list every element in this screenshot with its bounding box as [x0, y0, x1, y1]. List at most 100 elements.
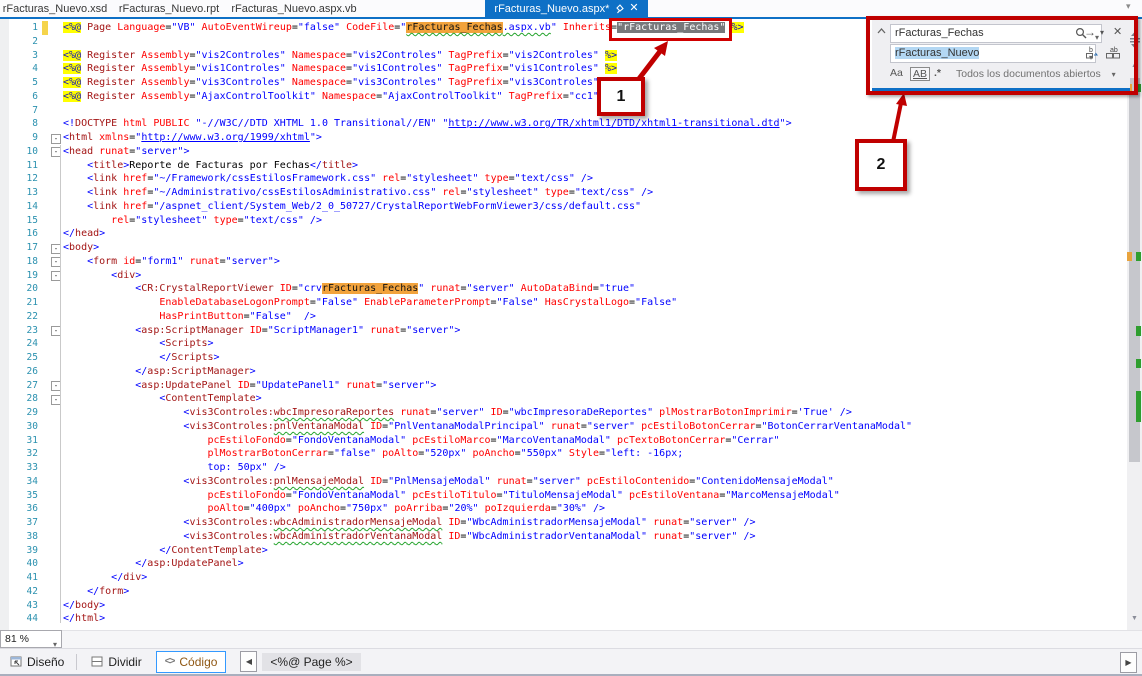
- code-line-9[interactable]: 9 - <html xmlns="http://www.w3.org/1999/xh…: [0, 131, 1127, 145]
- code-line-27[interactable]: 27- <asp:UpdatePanel ID="UpdatePanel1" r…: [0, 379, 1127, 393]
- outline-margin: [48, 461, 63, 475]
- scrollbar-mark: [1127, 252, 1132, 261]
- line-number: 15: [26, 214, 38, 226]
- outline-margin: [48, 434, 63, 448]
- code-line-28[interactable]: 28- <ContentTemplate>: [0, 392, 1127, 406]
- tab-overflow-chevron-icon[interactable]: ▾: [1126, 1, 1131, 12]
- outline-margin: [48, 35, 63, 49]
- code-line-17[interactable]: 17- <body>: [0, 241, 1127, 255]
- line-number: 42: [26, 585, 38, 597]
- line-number: 3: [32, 49, 38, 61]
- tab-rfacturas-nuevo-xsd[interactable]: rFacturas_Nuevo.xsd: [0, 0, 110, 17]
- outline-margin: [48, 612, 63, 626]
- vertical-scrollbar[interactable]: ▲ ▼: [1127, 19, 1142, 630]
- tab-rfacturas-nuevo-aspx-vb[interactable]: rFacturas_Nuevo.aspx.vb: [228, 0, 360, 17]
- code-line-16[interactable]: 16 </head>: [0, 227, 1127, 241]
- tab-label: rFacturas_Nuevo.aspx.vb: [231, 2, 357, 15]
- code-line-25[interactable]: 25 </Scripts>: [0, 351, 1127, 365]
- code-text: pcEstiloFondo="FondoVentanaModal" pcEsti…: [207, 489, 840, 501]
- design-view-button[interactable]: Diseño: [2, 652, 72, 672]
- code-line-21[interactable]: 21 EnableDatabaseLogonPrompt="False" Ena…: [0, 296, 1127, 310]
- code-lines: 1 <%@ Page Language="VB" AutoEventWireup=…: [0, 21, 1127, 626]
- split-view-button[interactable]: Dividir: [83, 652, 149, 672]
- code-text: </html>: [63, 613, 106, 625]
- document-tab-bar: rFacturas_Nuevo.xsd rFacturas_Nuevo.rpt …: [0, 0, 1142, 17]
- code-line-14[interactable]: 14 <link href="/aspnet_client/System_Web…: [0, 200, 1127, 214]
- code-line-42[interactable]: 42 </form>: [0, 585, 1127, 599]
- split-view-label: Dividir: [108, 654, 142, 669]
- tag-navigator-back-icon[interactable]: ◀: [240, 651, 258, 672]
- code-line-13[interactable]: 13 <link href="~/Administrativo/cssEstil…: [0, 186, 1127, 200]
- code-line-11[interactable]: 11 <title>Reporte de Facturas por Fechas…: [0, 159, 1127, 173]
- code-editor-surface[interactable]: 1 <%@ Page Language="VB" AutoEventWireup=…: [0, 19, 1127, 630]
- code-line-29[interactable]: 29 <vis3Controles:wbcImpresoraReportes r…: [0, 406, 1127, 420]
- code-line-24[interactable]: 24 <Scripts>: [0, 337, 1127, 351]
- code-line-10[interactable]: 10- <head runat="server">: [0, 145, 1127, 159]
- outline-margin: [48, 90, 63, 104]
- horizontal-scrollbar[interactable]: 81 % ▾: [0, 630, 1142, 649]
- scrollbar-mark: [1136, 359, 1141, 368]
- zoom-level-dropdown[interactable]: 81 % ▾: [0, 630, 62, 649]
- line-number: 40: [26, 558, 38, 570]
- code-text: </Scripts>: [159, 352, 220, 363]
- code-line-7[interactable]: 7: [0, 104, 1127, 118]
- code-line-44[interactable]: 44 </html>: [0, 612, 1127, 626]
- callout-box-1: 1: [597, 77, 645, 116]
- code-view-icon: <>: [164, 656, 176, 667]
- code-view-button[interactable]: <> Código: [155, 650, 227, 673]
- line-number: 26: [26, 365, 38, 377]
- code-line-40[interactable]: 40 </asp:UpdatePanel>: [0, 557, 1127, 571]
- outline-guide-line: [59, 145, 61, 623]
- line-number: 20: [26, 283, 38, 295]
- code-line-41[interactable]: 41 </div>: [0, 571, 1127, 585]
- code-text: <div>: [111, 269, 142, 281]
- tab-rfacturas-nuevo-aspx-active[interactable]: rFacturas_Nuevo.aspx* ✕: [485, 0, 648, 17]
- line-number: 37: [26, 517, 38, 528]
- outline-margin: [48, 406, 63, 420]
- line-number: 14: [26, 200, 38, 212]
- code-line-18[interactable]: 18- <form id="form1" runat="server">: [0, 255, 1127, 269]
- tag-navigator-breadcrumb[interactable]: <%@ Page %>: [262, 652, 361, 671]
- code-line-43[interactable]: 43 </body>: [0, 599, 1127, 613]
- line-number: 7: [32, 104, 38, 116]
- code-line-31[interactable]: 31 pcEstiloFondo="FondoVentanaModal" pcE…: [0, 434, 1127, 448]
- outline-margin: [48, 420, 63, 434]
- line-number: 5: [32, 77, 38, 88]
- code-line-20[interactable]: 20 <CR:CrystalReportViewer ID="crvrFactu…: [0, 282, 1127, 296]
- line-number: 41: [26, 572, 38, 583]
- code-line-8[interactable]: 8 <!DOCTYPE html PUBLIC "-//W3C//DTD XHTM…: [0, 117, 1127, 131]
- outline-margin: [48, 62, 63, 76]
- code-line-36[interactable]: 36 poAlto="400px" poAncho="750px" poArri…: [0, 502, 1127, 516]
- code-line-19[interactable]: 19- <div>: [0, 269, 1127, 283]
- tab-rfacturas-nuevo-rpt[interactable]: rFacturas_Nuevo.rpt: [110, 0, 228, 17]
- code-line-38[interactable]: 38 <vis3Controles:wbcAdministradorVentan…: [0, 530, 1127, 544]
- code-line-33[interactable]: 33 top: 50px" />: [0, 461, 1127, 475]
- code-text: </body>: [63, 599, 106, 611]
- scroll-down-icon[interactable]: ▼: [1127, 615, 1142, 622]
- tag-navigator-forward-icon[interactable]: ▶: [1120, 652, 1137, 673]
- code-line-22[interactable]: 22 HasPrintButton="False" />: [0, 310, 1127, 324]
- code-text: EnableDatabaseLogonPrompt="False" Enable…: [159, 297, 678, 308]
- code-view-label: Código: [179, 654, 218, 669]
- close-tab-icon[interactable]: ✕: [629, 3, 638, 14]
- code-line-30[interactable]: 30 <vis3Controles:pnlVentanaModal ID="Pn…: [0, 420, 1127, 434]
- code-line-26[interactable]: 26 </asp:ScriptManager>: [0, 365, 1127, 379]
- code-line-23[interactable]: 23- <asp:ScriptManager ID="ScriptManager…: [0, 324, 1127, 338]
- line-number: 13: [26, 187, 38, 198]
- annotation-rect-find-panel: [866, 16, 1138, 95]
- collapse-region-icon[interactable]: -: [51, 133, 61, 144]
- design-view-label: Diseño: [27, 654, 65, 669]
- pin-icon[interactable]: [615, 3, 625, 14]
- code-text: </div>: [111, 572, 148, 583]
- outline-margin: [48, 21, 63, 35]
- code-line-32[interactable]: 32 plMostrarBotonCerrar="false" poAlto="…: [0, 447, 1127, 461]
- code-line-15[interactable]: 15 rel="stylesheet" type="text/css" />: [0, 214, 1127, 228]
- outline-margin: [48, 585, 63, 599]
- code-text: <ContentTemplate>: [159, 393, 262, 405]
- code-line-37[interactable]: 37 <vis3Controles:wbcAdministradorMensaj…: [0, 516, 1127, 530]
- code-line-35[interactable]: 35 pcEstiloFondo="FondoVentanaModal" pcE…: [0, 489, 1127, 503]
- code-line-34[interactable]: 34 <vis3Controles:pnlMensajeModal ID="Pn…: [0, 475, 1127, 489]
- code-line-39[interactable]: 39 </ContentTemplate>: [0, 544, 1127, 558]
- code-line-12[interactable]: 12 <link href="~/Framework/cssEstilosFra…: [0, 172, 1127, 186]
- outline-margin: [48, 296, 63, 310]
